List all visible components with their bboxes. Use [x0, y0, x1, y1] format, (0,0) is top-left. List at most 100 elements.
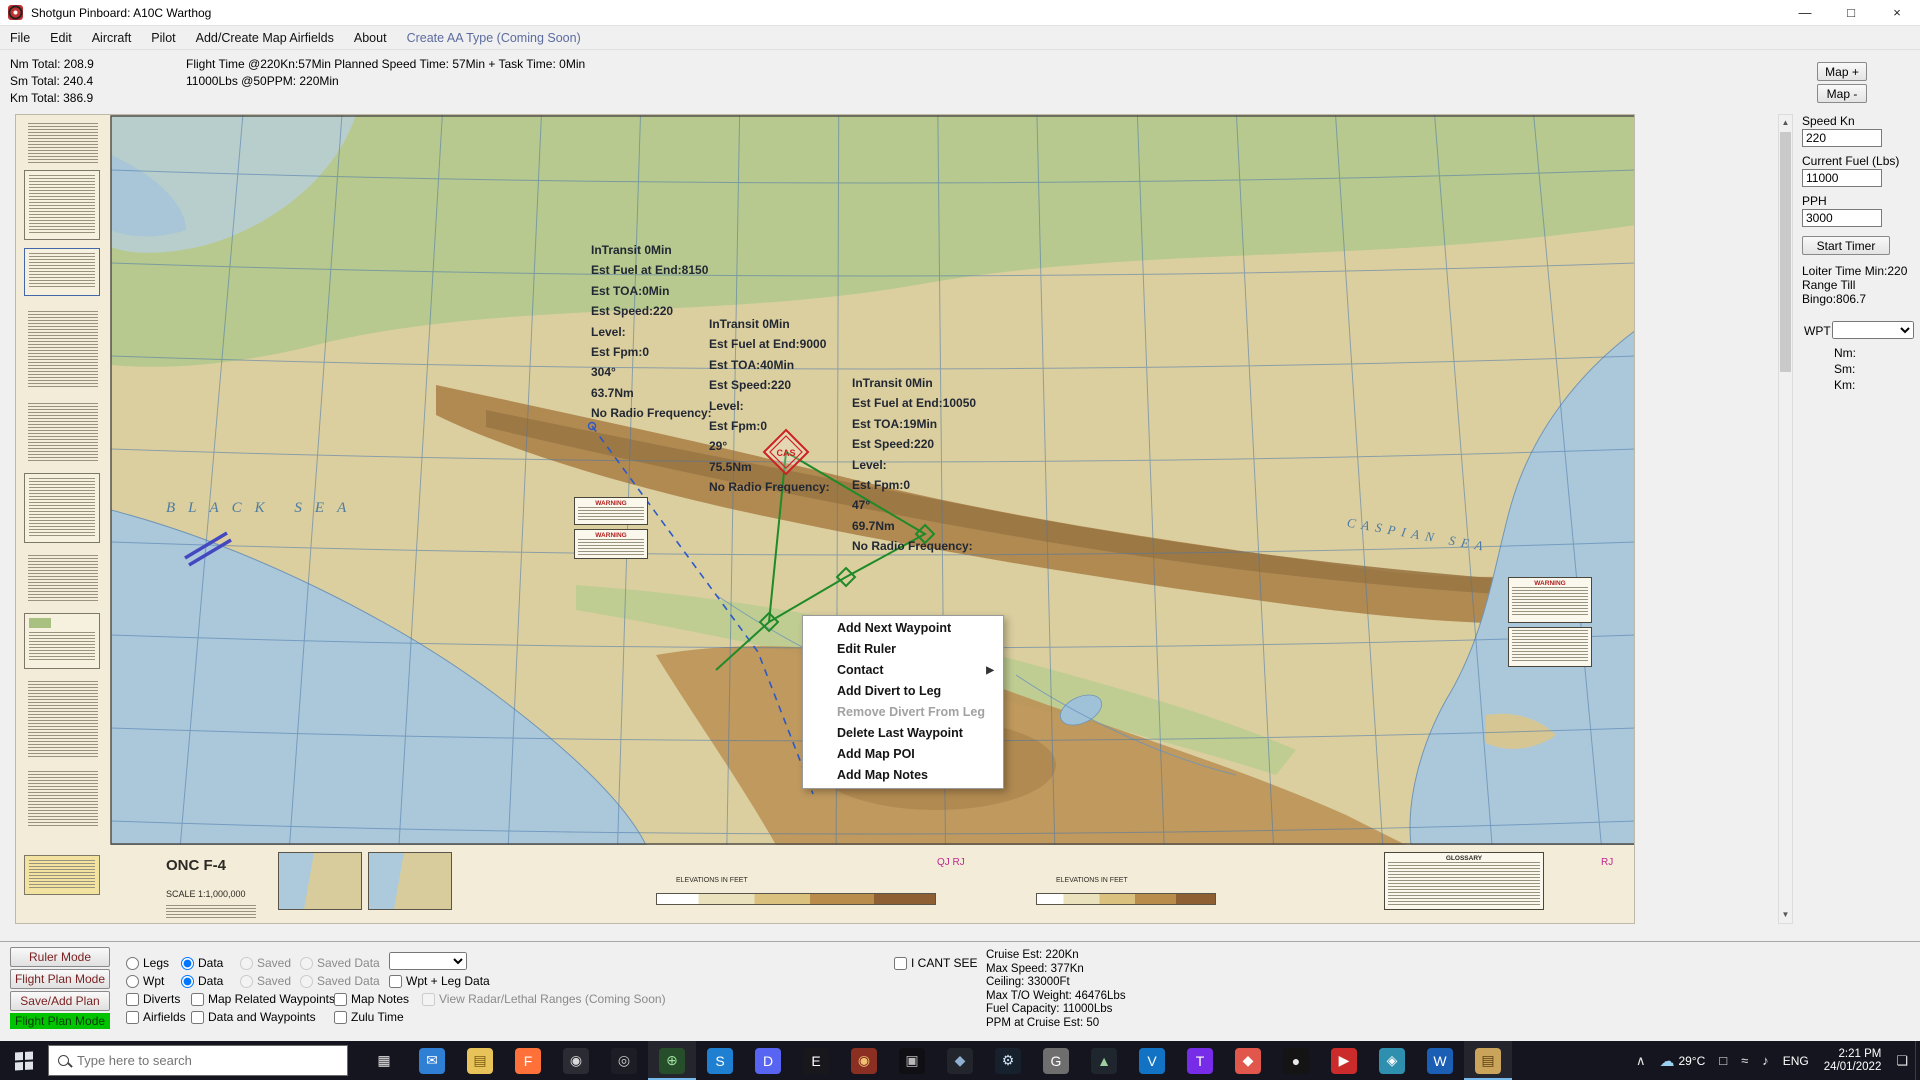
epic-games-icon[interactable]: E [792, 1041, 840, 1080]
radio-data1[interactable]: Data [181, 955, 223, 971]
app-icon-12[interactable]: ▣ [888, 1041, 936, 1080]
app-icon-16[interactable]: ▲ [1080, 1041, 1128, 1080]
firefox-icon[interactable]: F [504, 1041, 552, 1080]
save-add-plan-button[interactable]: Save/Add Plan [10, 991, 110, 1011]
menu-add-create-map-airfields[interactable]: Add/Create Map Airfields [186, 28, 344, 48]
mail-icon[interactable]: ✉ [408, 1041, 456, 1080]
checkbox-airfields-input[interactable] [126, 1011, 139, 1024]
checkbox-radar-ranges-input[interactable] [422, 993, 435, 1006]
checkbox-wpt-leg-data[interactable]: Wpt + Leg Data [389, 973, 490, 989]
radio-data2[interactable]: Data [181, 973, 223, 989]
menu-delete-last-waypoint[interactable]: Delete Last Waypoint [803, 723, 1003, 744]
shotgun-pinboard-icon[interactable]: ⊕ [648, 1041, 696, 1080]
app-icon-19[interactable]: ◆ [1224, 1041, 1272, 1080]
checkbox-map-notes-input[interactable] [334, 993, 347, 1006]
clock[interactable]: 2:21 PM 24/01/2022 [1816, 1048, 1890, 1074]
start-timer-button[interactable]: Start Timer [1802, 236, 1890, 255]
word-icon[interactable]: W [1416, 1041, 1464, 1080]
radio-legs[interactable]: Legs [126, 955, 169, 971]
checkbox-diverts[interactable]: Diverts [126, 991, 180, 1007]
gimp-icon[interactable]: G [1032, 1041, 1080, 1080]
checkbox-i-cant-see[interactable]: I CANT SEE [894, 955, 977, 971]
minimize-button[interactable]: — [1782, 0, 1828, 26]
app-icon-13[interactable]: ◆ [936, 1041, 984, 1080]
media-player-icon[interactable]: ◉ [552, 1041, 600, 1080]
action-center-icon[interactable]: ❏ [1889, 1041, 1915, 1080]
weather-widget[interactable]: ☁29°C [1652, 1041, 1712, 1080]
checkbox-i-cant-see-input[interactable] [894, 957, 907, 970]
twitch-icon[interactable]: T [1176, 1041, 1224, 1080]
checkbox-data-and-waypoints[interactable]: Data and Waypoints [191, 1009, 316, 1025]
steam-icon[interactable]: ⚙ [984, 1041, 1032, 1080]
radio-saved-data2[interactable]: Saved Data [300, 973, 380, 989]
checkbox-zulu-time[interactable]: Zulu Time [334, 1009, 404, 1025]
menu-file[interactable]: File [0, 28, 40, 48]
map-canvas[interactable]: CAS BLACK SEA CASPIAN SEA WARNING WARNIN… [15, 114, 1635, 924]
radio-saved2-input[interactable] [240, 975, 253, 988]
menu-edit-ruler[interactable]: Edit Ruler [803, 639, 1003, 660]
volume-icon[interactable]: ♪ [1755, 1041, 1776, 1080]
checkbox-map-related-waypoints-input[interactable] [191, 993, 204, 1006]
youtube-icon[interactable]: ▶ [1320, 1041, 1368, 1080]
checkbox-airfields[interactable]: Airfields [126, 1009, 186, 1025]
wpt-select[interactable] [1832, 321, 1914, 339]
ruler-mode-button[interactable]: Ruler Mode [10, 947, 110, 967]
radio-saved-data2-input[interactable] [300, 975, 313, 988]
radio-saved1[interactable]: Saved [240, 955, 291, 971]
file-explorer-icon[interactable]: ▤ [456, 1041, 504, 1080]
scroll-down-arrow[interactable]: ▼ [1779, 907, 1792, 923]
maximize-button[interactable]: □ [1828, 0, 1874, 26]
radio-data2-input[interactable] [181, 975, 194, 988]
task-view-icon[interactable]: ▦ [360, 1041, 408, 1080]
discord-icon[interactable]: D [744, 1041, 792, 1080]
search-input[interactable] [77, 1053, 317, 1068]
app-icon-20[interactable]: ● [1272, 1041, 1320, 1080]
hidden-icons-chevron[interactable]: ∧ [1629, 1041, 1653, 1080]
fuel-input[interactable] [1802, 169, 1882, 187]
radio-saved1-input[interactable] [240, 957, 253, 970]
menu-add-map-poi[interactable]: Add Map POI [803, 744, 1003, 765]
map-zoom-in-button[interactable]: Map + [1817, 62, 1867, 81]
menu-add-next-waypoint[interactable]: Add Next Waypoint [803, 618, 1003, 639]
menu-aircraft[interactable]: Aircraft [82, 28, 142, 48]
radio-legs-input[interactable] [126, 957, 139, 970]
flight-plan-mode-button[interactable]: Flight Plan Mode [10, 969, 110, 989]
menu-edit[interactable]: Edit [40, 28, 82, 48]
checkbox-map-related-waypoints[interactable]: Map Related Waypoints [191, 991, 335, 1007]
checkbox-diverts-input[interactable] [126, 993, 139, 1006]
menu-pilot[interactable]: Pilot [141, 28, 185, 48]
start-button[interactable] [0, 1041, 48, 1080]
menu-add-map-notes[interactable]: Add Map Notes [803, 765, 1003, 786]
pph-input[interactable] [1802, 209, 1882, 227]
tray-app-icon[interactable]: □ [1712, 1041, 1734, 1080]
close-button[interactable]: × [1874, 0, 1920, 26]
radio-saved2[interactable]: Saved [240, 973, 291, 989]
speed-input[interactable] [1802, 129, 1882, 147]
radio-saved-data1-input[interactable] [300, 957, 313, 970]
folder-open-icon[interactable]: ▤ [1464, 1041, 1512, 1080]
app-icon-22[interactable]: ◈ [1368, 1041, 1416, 1080]
scroll-thumb[interactable] [1780, 132, 1791, 372]
language-indicator[interactable]: ENG [1776, 1041, 1816, 1080]
network-icon[interactable]: ≈ [1734, 1041, 1755, 1080]
show-desktop-button[interactable] [1915, 1041, 1920, 1080]
dcs-icon[interactable]: ◉ [840, 1041, 888, 1080]
radio-saved-data1[interactable]: Saved Data [300, 955, 380, 971]
menu-create-aa-type[interactable]: Create AA Type (Coming Soon) [397, 28, 591, 48]
skype-icon[interactable]: S [696, 1041, 744, 1080]
checkbox-data-and-waypoints-input[interactable] [191, 1011, 204, 1024]
radio-data1-input[interactable] [181, 957, 194, 970]
scroll-up-arrow[interactable]: ▲ [1779, 115, 1792, 131]
checkbox-map-notes[interactable]: Map Notes [334, 991, 409, 1007]
radio-wpt[interactable]: Wpt [126, 973, 164, 989]
obs-icon[interactable]: ◎ [600, 1041, 648, 1080]
menu-remove-divert-from-leg[interactable]: Remove Divert From Leg [803, 702, 1003, 723]
menu-add-divert-to-leg[interactable]: Add Divert to Leg [803, 681, 1003, 702]
map-scrollbar[interactable]: ▲ ▼ [1778, 114, 1793, 924]
menu-about[interactable]: About [344, 28, 397, 48]
checkbox-radar-ranges[interactable]: View Radar/Lethal Ranges (Coming Soon) [422, 991, 666, 1007]
checkbox-wpt-leg-data-input[interactable] [389, 975, 402, 988]
map-zoom-out-button[interactable]: Map - [1817, 84, 1867, 103]
checkbox-zulu-time-input[interactable] [334, 1011, 347, 1024]
radio-wpt-input[interactable] [126, 975, 139, 988]
